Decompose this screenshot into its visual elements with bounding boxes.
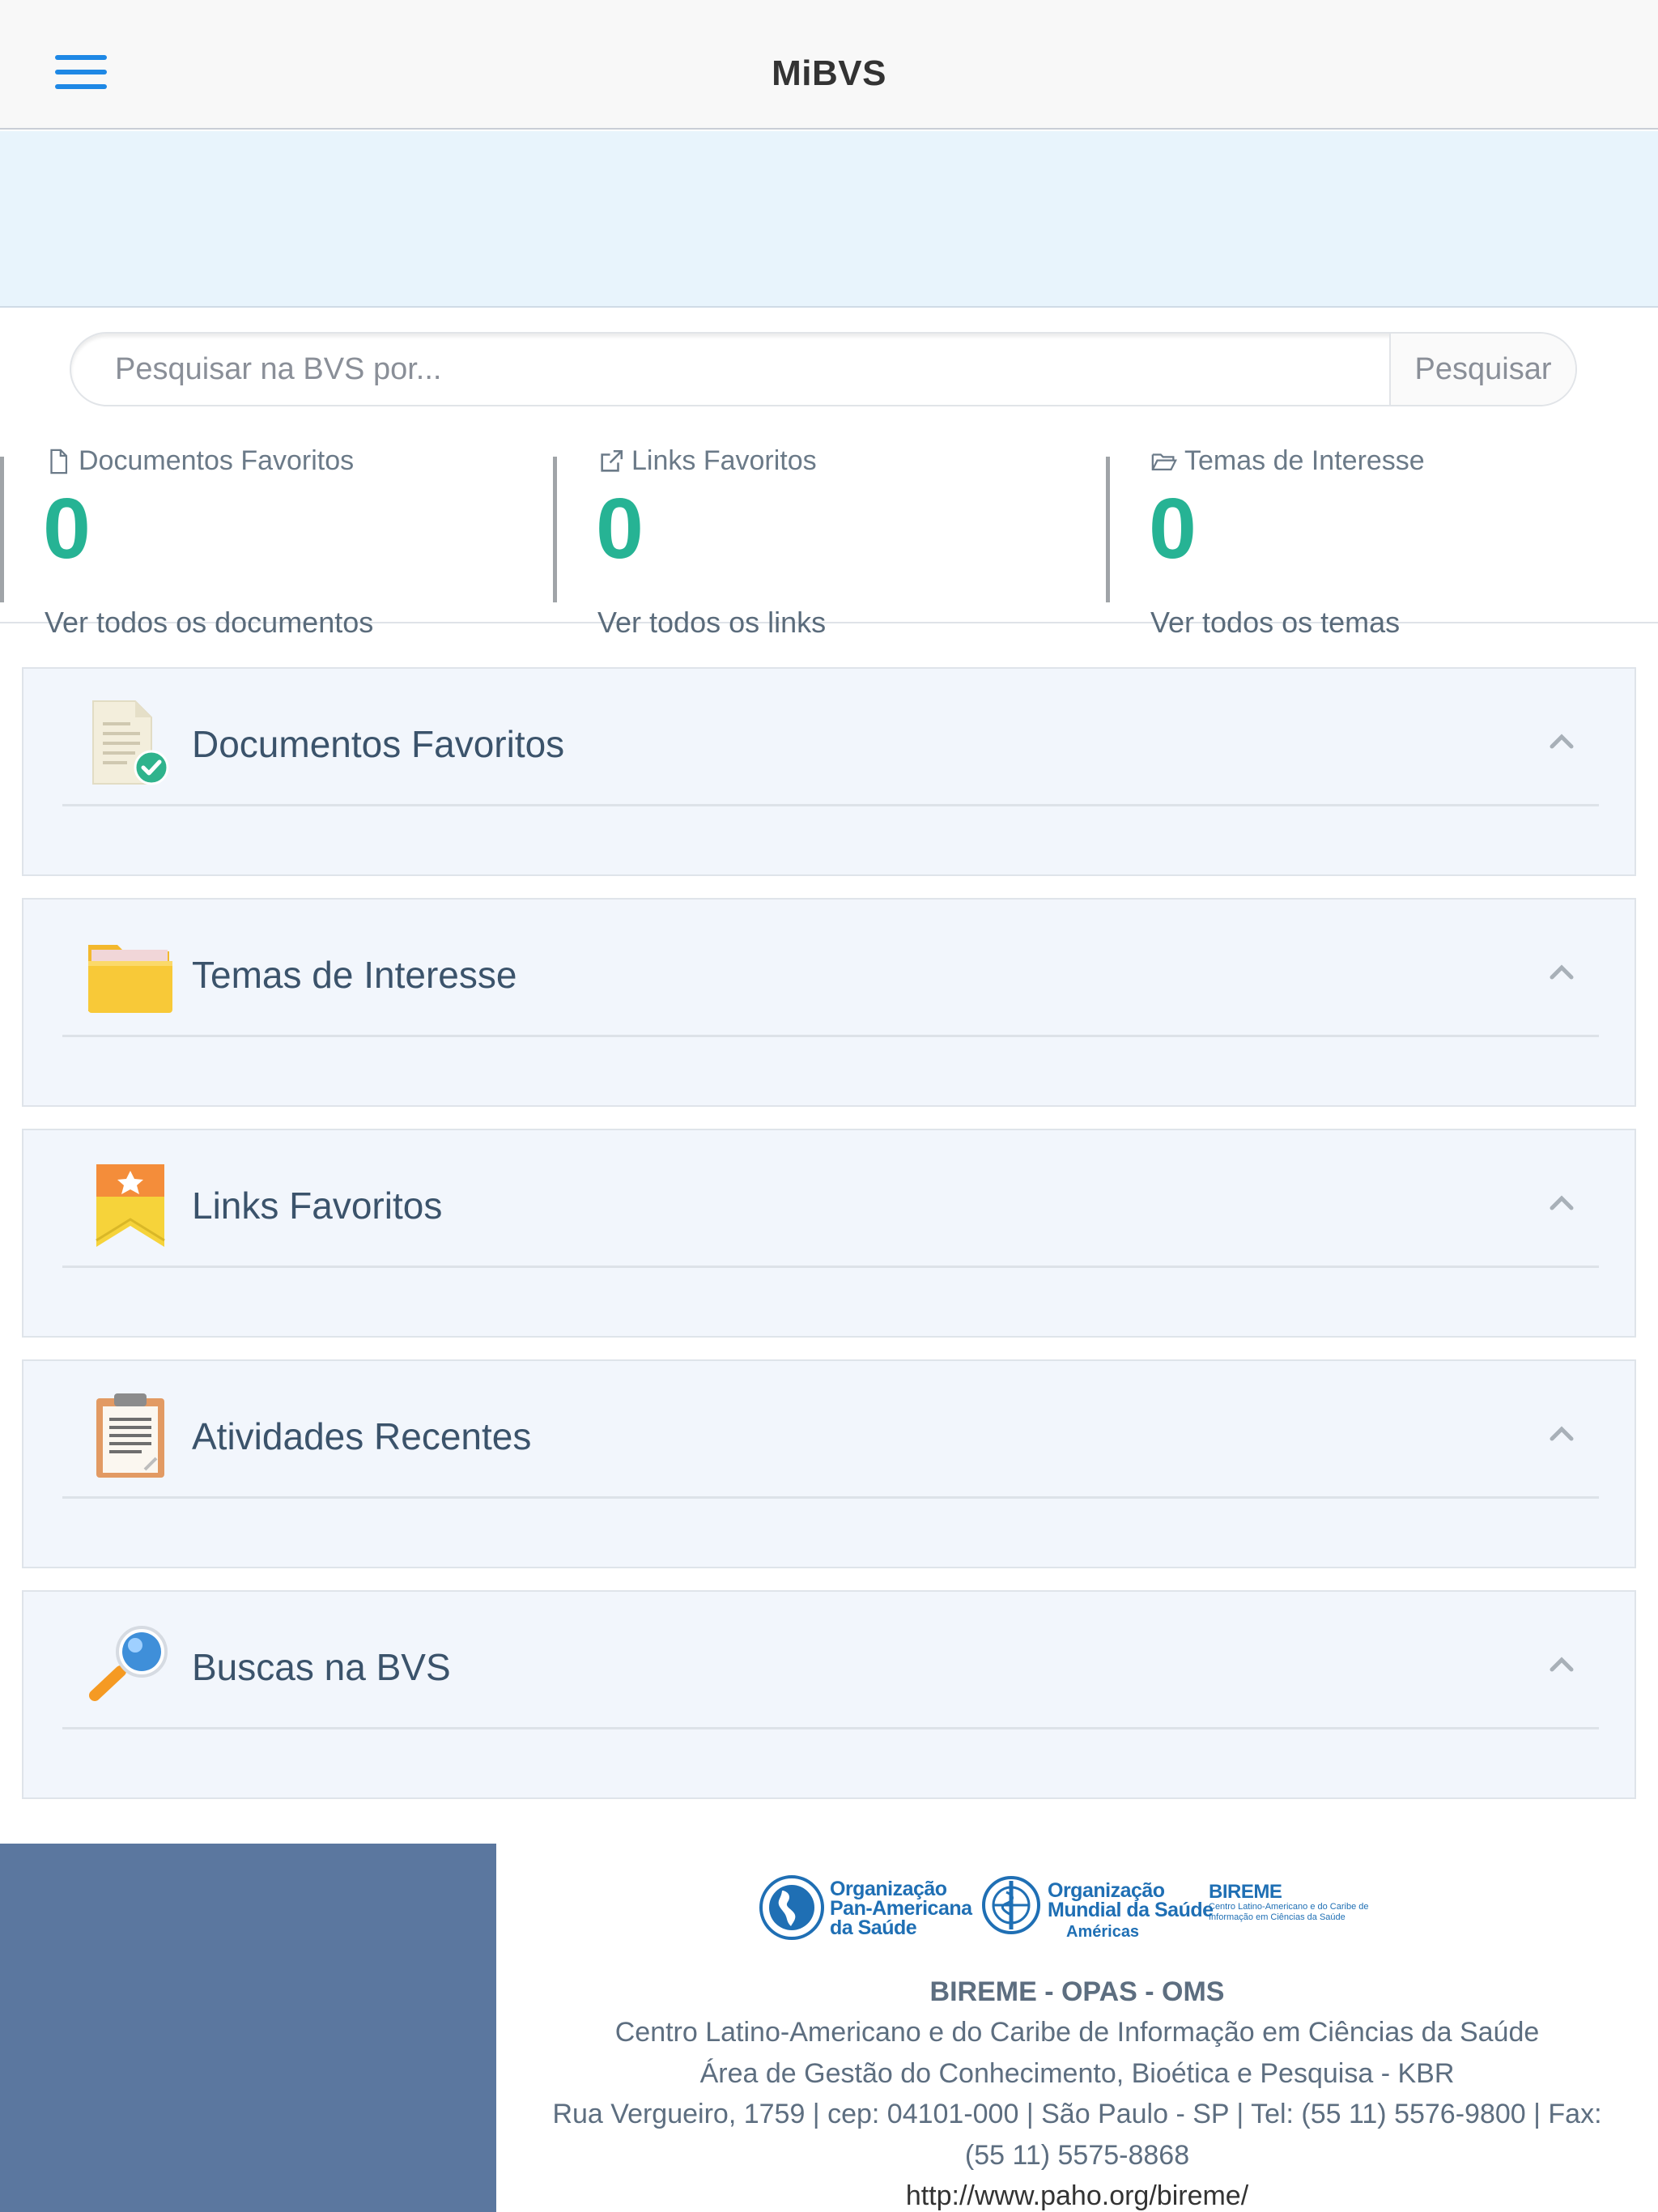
footer-line: Centro Latino-Americano e do Caribe de I… bbox=[614, 2017, 1540, 2048]
search-button[interactable]: Pesquisar bbox=[1389, 334, 1575, 405]
paho-text-line: Organização bbox=[830, 1878, 947, 1900]
chevron-up-icon[interactable] bbox=[1545, 956, 1578, 989]
view-all-topics-link[interactable]: Ver todos os temas bbox=[1150, 606, 1400, 640]
bookmark-star-icon bbox=[96, 1164, 165, 1247]
footer-org: BIREME - OPAS - OMS bbox=[929, 1976, 1225, 2007]
stat-label: Temas de Interesse bbox=[1184, 445, 1425, 476]
stat-label: Links Favoritos bbox=[631, 445, 817, 476]
oms-region-label: Américas bbox=[1066, 1923, 1140, 1941]
view-all-documents-link[interactable]: Ver todos os documentos bbox=[45, 606, 373, 640]
footer-address: Rua Vergueiro, 1759 | cep: 04101-000 | S… bbox=[552, 2099, 1602, 2129]
folder-icon bbox=[88, 945, 172, 1013]
panel-header[interactable]: Temas de Interesse bbox=[62, 900, 1599, 1037]
panel-title: Temas de Interesse bbox=[192, 954, 517, 996]
panel-favorite-links: Links Favoritos bbox=[22, 1129, 1636, 1338]
footer-line: Área de Gestão do Conhecimento, Bioética… bbox=[699, 2058, 1455, 2089]
stat-topics: Temas de Interesse 0 Ver todos os temas bbox=[1106, 445, 1658, 639]
file-icon bbox=[50, 449, 68, 474]
paho-text-line: Pan-Americana bbox=[830, 1897, 972, 1920]
stats-row: Documentos Favoritos 0 Ver todos os docu… bbox=[0, 434, 1658, 639]
stat-documents: Documentos Favoritos 0 Ver todos os docu… bbox=[0, 445, 552, 639]
oms-text-line: Mundial da Saúde bbox=[1048, 1899, 1214, 1921]
panel-header[interactable]: Buscas na BVS bbox=[62, 1592, 1599, 1729]
panel-header[interactable]: Documentos Favoritos bbox=[62, 669, 1599, 806]
stat-count: 0 bbox=[43, 481, 91, 576]
view-all-links-link[interactable]: Ver todos os links bbox=[597, 606, 826, 640]
panel-title: Documentos Favoritos bbox=[192, 723, 565, 765]
stat-links: Links Favoritos 0 Ver todos os links bbox=[553, 445, 1105, 639]
stat-count: 0 bbox=[1149, 481, 1197, 576]
panel-title: Buscas na BVS bbox=[192, 1646, 451, 1688]
bireme-logo-line: Informação em Ciências da Saúde bbox=[1209, 1912, 1346, 1922]
panel-recent-activities: Atividades Recentes bbox=[22, 1359, 1636, 1568]
document-check-icon bbox=[92, 700, 169, 785]
footer-url-link[interactable]: http://www.paho.org/bireme/ bbox=[496, 2180, 1658, 2212]
search-bar: Pesquisar bbox=[70, 332, 1577, 406]
panel-topics: Temas de Interesse bbox=[22, 898, 1636, 1107]
external-link-icon bbox=[601, 449, 623, 472]
panel-favorite-documents: Documentos Favoritos bbox=[22, 667, 1636, 876]
chevron-up-icon[interactable] bbox=[1545, 1418, 1578, 1450]
chevron-up-icon[interactable] bbox=[1545, 1187, 1578, 1219]
chevron-up-icon[interactable] bbox=[1545, 725, 1578, 758]
banner bbox=[0, 131, 1658, 308]
panel-title: Links Favoritos bbox=[192, 1185, 443, 1227]
bireme-logo-title: BIREME bbox=[1209, 1881, 1282, 1903]
stat-label: Documentos Favoritos bbox=[79, 445, 355, 476]
paho-text-line: da Saúde bbox=[830, 1916, 917, 1939]
clipboard-icon bbox=[96, 1393, 164, 1478]
bireme-logo-line: Centro Latino-Americano e do Caribe de bbox=[1209, 1902, 1369, 1912]
footer: Organização Pan-Americana da Saúde Organ… bbox=[496, 1844, 1658, 2212]
chevron-up-icon[interactable] bbox=[1545, 1648, 1578, 1681]
who-logo-icon bbox=[982, 1876, 1040, 1934]
paho-logo-icon bbox=[759, 1875, 824, 1940]
partner-logos: Organização Pan-Americana da Saúde Organ… bbox=[759, 1861, 1422, 1950]
panel-title: Atividades Recentes bbox=[192, 1415, 532, 1457]
top-bar: MiBVS bbox=[0, 0, 1658, 130]
oms-text-line: Organização bbox=[1048, 1879, 1165, 1902]
footer-fax: (55 11) 5575-8868 bbox=[964, 2140, 1190, 2171]
magnifier-icon bbox=[89, 1626, 168, 1701]
footer-block bbox=[0, 1844, 496, 2212]
folder-open-icon bbox=[1151, 453, 1178, 470]
search-input[interactable] bbox=[71, 334, 1391, 405]
panel-header[interactable]: Links Favoritos bbox=[62, 1130, 1599, 1268]
stat-count: 0 bbox=[596, 481, 644, 576]
page-title: MiBVS bbox=[772, 53, 886, 93]
panel-bvs-searches: Buscas na BVS bbox=[22, 1590, 1636, 1799]
panel-header[interactable]: Atividades Recentes bbox=[62, 1361, 1599, 1499]
